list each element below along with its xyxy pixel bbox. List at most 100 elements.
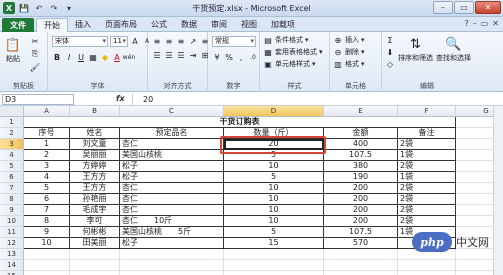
header-cell[interactable]: 姓名 xyxy=(70,128,120,139)
cell[interactable] xyxy=(224,260,324,271)
tab-home[interactable]: 开始 xyxy=(36,18,68,32)
data-cell[interactable]: 李可 xyxy=(70,216,120,227)
data-cell[interactable]: 松子 xyxy=(120,161,224,172)
comma-style-button[interactable]: , xyxy=(236,52,246,62)
italic-button[interactable]: I xyxy=(64,52,74,62)
data-cell[interactable]: 1 xyxy=(24,139,70,150)
data-cell[interactable]: 田美丽 xyxy=(70,238,120,249)
data-cell[interactable]: 200 xyxy=(324,183,398,194)
cell[interactable] xyxy=(120,260,224,271)
format-cells-button[interactable]: ▥ 格式 ▾ xyxy=(333,59,364,69)
data-cell[interactable]: 方婷婷 xyxy=(70,161,120,172)
increase-decimal-icon[interactable]: .0 xyxy=(248,52,258,62)
sheet-title-cell[interactable]: 干货订购表 xyxy=(24,117,456,128)
row-header-12[interactable]: 12 xyxy=(0,238,24,249)
find-select-button[interactable]: 🔍 查找和选择 xyxy=(436,35,471,63)
cell[interactable] xyxy=(120,271,224,275)
cell[interactable] xyxy=(224,249,324,260)
align-left-icon[interactable]: ☰ xyxy=(152,50,162,60)
data-cell[interactable]: 5 xyxy=(24,183,70,194)
paste-button[interactable]: 📋 粘贴 xyxy=(4,36,22,64)
data-cell[interactable]: 3 xyxy=(24,161,70,172)
align-middle-icon[interactable]: ≡ xyxy=(164,36,174,46)
data-cell[interactable]: 570 xyxy=(324,238,398,249)
tab-view[interactable]: 视图 xyxy=(234,18,264,32)
data-cell[interactable]: 2 xyxy=(24,150,70,161)
select-all-corner[interactable] xyxy=(0,106,24,117)
font-size-select[interactable]: 11 xyxy=(110,36,128,47)
data-cell[interactable]: 2袋 xyxy=(398,205,456,216)
name-box[interactable]: D3 xyxy=(2,94,74,105)
data-cell[interactable]: 9 xyxy=(24,227,70,238)
currency-icon[interactable]: ¥ xyxy=(212,52,222,62)
data-cell[interactable]: 2袋 xyxy=(398,183,456,194)
tab-file[interactable]: 文件 xyxy=(2,18,34,32)
data-cell[interactable]: 杏仁 10斤 xyxy=(120,216,224,227)
row-header-6[interactable]: 6 xyxy=(0,172,24,183)
vertical-scrollbar[interactable] xyxy=(493,106,503,275)
data-cell[interactable]: 松子 xyxy=(120,172,224,183)
format-as-table-button[interactable]: ▦ 套用表格格式 ▾ xyxy=(263,47,322,57)
conditional-format-button[interactable]: ▤ 条件格式 ▾ xyxy=(263,35,308,45)
header-cell[interactable]: 备注 xyxy=(398,128,456,139)
data-cell[interactable]: 1袋 xyxy=(398,172,456,183)
data-cell[interactable]: 美国山核桃 xyxy=(120,150,224,161)
tab-insert[interactable]: 插入 xyxy=(68,18,98,32)
insert-function-icon[interactable]: fx xyxy=(116,94,125,103)
workbook-minimize-icon[interactable]: – xyxy=(473,19,477,28)
row-header-1[interactable]: 1 xyxy=(0,117,24,128)
font-color-icon[interactable]: A xyxy=(112,52,122,62)
header-cell[interactable]: 数量（斤） xyxy=(224,128,324,139)
row-header-3[interactable]: 3 xyxy=(0,139,24,150)
data-cell[interactable]: 400 xyxy=(324,139,398,150)
number-format-select[interactable]: 常规 xyxy=(212,36,256,47)
data-cell[interactable]: 毛成宇 xyxy=(70,205,120,216)
copy-icon[interactable]: ⎘ xyxy=(30,49,40,59)
data-cell[interactable]: 10 xyxy=(224,194,324,205)
workbook-restore-icon[interactable]: ▭ xyxy=(481,19,489,28)
header-cell[interactable]: 预定品名 xyxy=(120,128,224,139)
data-cell[interactable]: 孙艳丽 xyxy=(70,194,120,205)
row-header-2[interactable]: 2 xyxy=(0,128,24,139)
data-cell[interactable]: 王方方 xyxy=(70,183,120,194)
row-header-8[interactable]: 8 xyxy=(0,194,24,205)
cell[interactable] xyxy=(324,249,398,260)
data-cell[interactable]: 190 xyxy=(324,172,398,183)
cell[interactable] xyxy=(398,271,456,275)
data-cell[interactable]: 2袋 xyxy=(398,139,456,150)
data-cell[interactable]: 6 xyxy=(24,194,70,205)
cell[interactable] xyxy=(224,271,324,275)
tab-data[interactable]: 数据 xyxy=(174,18,204,32)
minimize-button[interactable]: – xyxy=(433,1,453,14)
data-cell[interactable]: 2袋 xyxy=(398,194,456,205)
cell[interactable] xyxy=(70,249,120,260)
data-cell[interactable]: 吴丽丽 xyxy=(70,150,120,161)
data-cell[interactable]: 10 xyxy=(224,216,324,227)
data-cell[interactable]: 王方方 xyxy=(70,172,120,183)
row-header-11[interactable]: 11 xyxy=(0,227,24,238)
data-cell[interactable]: 杏仁 xyxy=(120,183,224,194)
data-cell[interactable]: 2袋 xyxy=(398,161,456,172)
data-cell[interactable]: 5 xyxy=(224,150,324,161)
cell[interactable] xyxy=(324,271,398,275)
format-painter-icon[interactable]: 🖌 xyxy=(30,62,40,72)
row-header-5[interactable]: 5 xyxy=(0,161,24,172)
data-cell[interactable]: 杏仁 xyxy=(120,139,224,150)
fill-icon[interactable]: ⬇ xyxy=(385,47,395,57)
header-cell[interactable]: 金额 xyxy=(324,128,398,139)
bold-button[interactable]: B xyxy=(52,52,62,62)
autosum-icon[interactable]: Σ xyxy=(385,35,395,45)
data-cell[interactable]: 2袋 xyxy=(398,216,456,227)
data-cell[interactable]: 松子 xyxy=(120,238,224,249)
font-name-select[interactable]: 宋体 xyxy=(52,36,108,47)
data-cell[interactable]: 7 xyxy=(24,205,70,216)
column-header-e[interactable]: E xyxy=(324,106,398,117)
data-cell[interactable]: 10 xyxy=(24,238,70,249)
cell-styles-button[interactable]: ▣ 单元格样式 ▾ xyxy=(263,59,315,69)
row-header-15[interactable]: 15 xyxy=(0,271,24,275)
border-icon[interactable]: ▦ xyxy=(88,52,98,62)
data-cell[interactable]: 380 xyxy=(324,161,398,172)
column-header-a[interactable]: A xyxy=(24,106,70,117)
data-cell[interactable]: 15 xyxy=(224,238,324,249)
cell[interactable] xyxy=(24,271,70,275)
